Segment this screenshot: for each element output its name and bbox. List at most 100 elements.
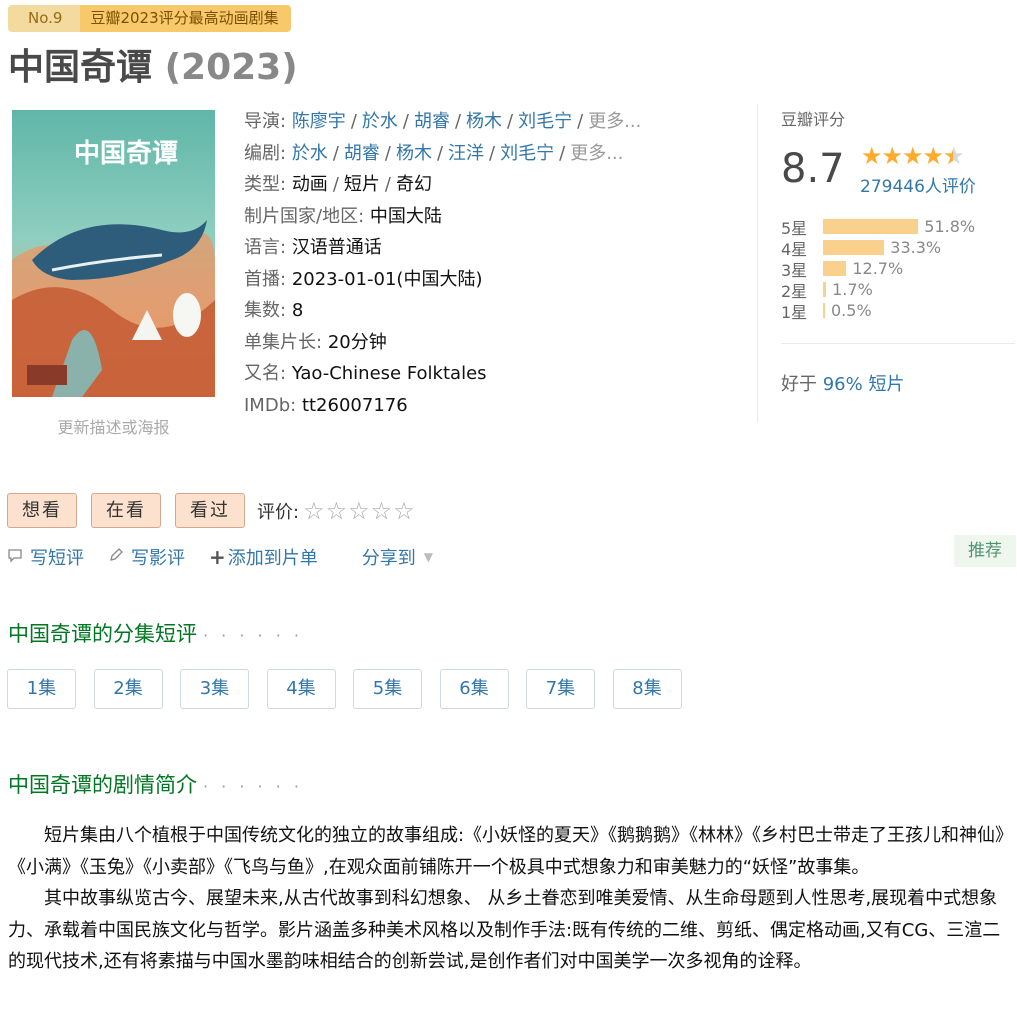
language-value: 汉语普通话 — [291, 237, 382, 258]
histogram-bar — [823, 240, 885, 255]
director-link[interactable]: 胡睿 — [414, 111, 450, 132]
episodes-section-title-text: 中国奇谭的分集短评 — [8, 622, 197, 646]
genre-label: 类型: — [244, 174, 287, 195]
poster-image[interactable]: 中国奇谭 — [12, 110, 215, 397]
director-link[interactable]: 於水 — [362, 111, 398, 132]
summary-text: 短片集由八个植根于中国传统文化的独立的故事组成:《小妖怪的夏天》《鹅鹅鹅》《林林… — [8, 820, 1013, 978]
summary-section-title: 中国奇谭的剧情简介 · · · · · · — [8, 769, 303, 799]
episode-button[interactable]: 7集 — [526, 669, 595, 709]
speech-bubble-icon — [7, 547, 23, 567]
action-links: 写短评 写影评 + 添加到片单 分享到 ▼ — [7, 544, 457, 570]
episode-button[interactable]: 8集 — [612, 669, 682, 709]
aka-value: Yao-Chinese Folktales — [291, 363, 487, 384]
watched-button[interactable]: 看过 — [175, 493, 245, 528]
director-more-link[interactable]: 更多... — [588, 111, 641, 132]
write-short-review-link[interactable]: 写短评 — [30, 544, 84, 570]
director-link[interactable]: 陈廖宇 — [292, 111, 346, 132]
watching-button[interactable]: 在看 — [91, 493, 161, 528]
writer-more-link[interactable]: 更多... — [570, 143, 623, 164]
update-poster-link[interactable]: 更新描述或海报 — [12, 414, 215, 438]
language-row: 语言: 汉语普通话 — [244, 232, 641, 264]
info-panel: 导演: 陈廖宇 / 於水 / 胡睿 / 杨木 / 刘毛宁 / 更多... 编剧: 於水 / 胡睿 / 杨木 /… — [244, 106, 641, 421]
recommend-button[interactable]: 推荐 — [954, 535, 1016, 567]
imdb-value[interactable]: tt26007176 — [302, 395, 408, 416]
histogram-row: 5星 51.8% — [781, 216, 976, 238]
share-label: 分享到 — [361, 548, 416, 569]
imdb-label: IMDb: — [244, 394, 297, 416]
add-to-list[interactable]: + 添加到片单 — [209, 544, 318, 570]
svg-text:中国奇谭: 中国奇谭 — [74, 139, 178, 169]
histogram-percent: 51.8% — [924, 217, 976, 236]
share-dropdown[interactable]: 分享到 ▼ — [362, 544, 433, 570]
premiere-value: 2023-01-01(中国大陆) — [291, 268, 483, 290]
writer-link[interactable]: 胡睿 — [344, 143, 380, 164]
premiere-row: 首播: 2023-01-01(中国大陆) — [244, 264, 641, 296]
histogram-percent: 33.3% — [890, 238, 942, 257]
rating-score: 8.7 — [781, 146, 845, 192]
rate-stars-input[interactable]: ☆☆☆☆☆ — [303, 497, 416, 525]
summary-paragraph: 其中故事纵览古今、展望未来,从古代故事到科幻想象、 从乡土眷恋到唯美爱情、从生命… — [8, 888, 1001, 972]
rating-votes-link[interactable]: 279446人评价 — [860, 172, 976, 197]
page-title: 中国奇谭 (2023) — [8, 38, 298, 90]
histogram-row: 3星 12.7% — [781, 258, 975, 280]
plus-icon: + — [209, 545, 226, 569]
interest-buttons: 想看 在看 看过 评价: ☆☆☆☆☆ — [7, 493, 416, 528]
add-to-list-link[interactable]: 添加到片单 — [228, 544, 318, 570]
write-review[interactable]: 写影评 — [108, 544, 185, 570]
director-link[interactable]: 刘毛宁 — [518, 111, 572, 132]
aka-row: 又名: Yao-Chinese Folktales — [244, 358, 641, 390]
write-review-link[interactable]: 写影评 — [131, 544, 185, 570]
director-row: 导演: 陈廖宇 / 於水 / 胡睿 / 杨木 / 刘毛宁 / 更多... — [244, 111, 642, 132]
episode-button[interactable]: 1集 — [7, 669, 76, 709]
histogram-percent: 1.7% — [832, 280, 873, 299]
caret-down-icon: ▼ — [423, 550, 433, 564]
genre-value: 动画 — [291, 174, 328, 195]
rating-stars-icon: ★★★★★★ — [861, 142, 965, 170]
better-than: 好于 96% 短片 — [781, 370, 904, 396]
genre-row: 类型: 动画 / 短片 / 奇幻 — [244, 174, 432, 195]
language-label: 语言: — [244, 237, 287, 258]
director-label: 导演: — [244, 111, 287, 132]
country-row: 制片国家/地区: 中国大陆 — [244, 201, 641, 233]
histogram-bar — [823, 303, 825, 318]
rank-badge[interactable]: No.9 豆瓣2023评分最高动画剧集 — [8, 5, 291, 32]
writer-link[interactable]: 汪洋 — [448, 143, 484, 164]
runtime-label: 单集片长: — [244, 331, 323, 353]
write-short-review[interactable]: 写短评 — [7, 544, 84, 570]
episode-button[interactable]: 5集 — [353, 669, 422, 709]
episode-button[interactable]: 6集 — [439, 669, 509, 709]
episode-button[interactable]: 2集 — [93, 669, 163, 709]
episodes-section-title: 中国奇谭的分集短评 · · · · · · — [8, 618, 303, 648]
episode-button[interactable]: 3集 — [180, 669, 249, 709]
histogram-row: 1星 0.5% — [781, 300, 975, 322]
histogram-bar — [823, 219, 919, 234]
histogram-bar — [823, 261, 847, 276]
episodes-section-dots: · · · · · · — [203, 626, 303, 645]
title-year: (2023) — [164, 47, 298, 88]
episodes-value: 8 — [291, 300, 304, 321]
summary-paragraph: 短片集由八个植根于中国传统文化的独立的故事组成:《小妖怪的夏天》《鹅鹅鹅》《林林… — [8, 825, 1005, 878]
histogram-row: 4星 33.3% — [781, 237, 975, 259]
rate-label: 评价: — [257, 501, 300, 523]
genre-value: 短片 — [343, 174, 380, 195]
episodes-row: 集数: 8 — [244, 295, 641, 327]
summary-section-dots: · · · · · · — [203, 777, 303, 796]
director-link[interactable]: 杨木 — [466, 111, 502, 132]
histogram-label: 1星 — [781, 302, 808, 322]
title-name: 中国奇谭 — [8, 47, 153, 88]
writer-link[interactable]: 刘毛宁 — [500, 143, 554, 164]
genre-value: 奇幻 — [395, 174, 432, 195]
episode-button[interactable]: 4集 — [266, 669, 336, 709]
country-label: 制片国家/地区: — [244, 205, 365, 227]
histogram-bar — [823, 282, 827, 297]
want-button[interactable]: 想看 — [7, 493, 77, 528]
rating-panel: 豆瓣评分 8.7 ★★★★★★ 279446人评价 5星 51.8% 4星 33… — [757, 104, 1015, 422]
histogram-percent: 0.5% — [831, 301, 872, 320]
runtime-row: 单集片长: 20分钟 — [244, 327, 641, 359]
writer-link[interactable]: 於水 — [292, 143, 328, 164]
histogram-percent: 12.7% — [852, 259, 904, 278]
better-link[interactable]: 96% 短片 — [823, 374, 905, 395]
episodes-label: 集数: — [244, 300, 287, 321]
rank-text: 豆瓣2023评分最高动画剧集 — [80, 5, 291, 32]
writer-link[interactable]: 杨木 — [396, 143, 432, 164]
